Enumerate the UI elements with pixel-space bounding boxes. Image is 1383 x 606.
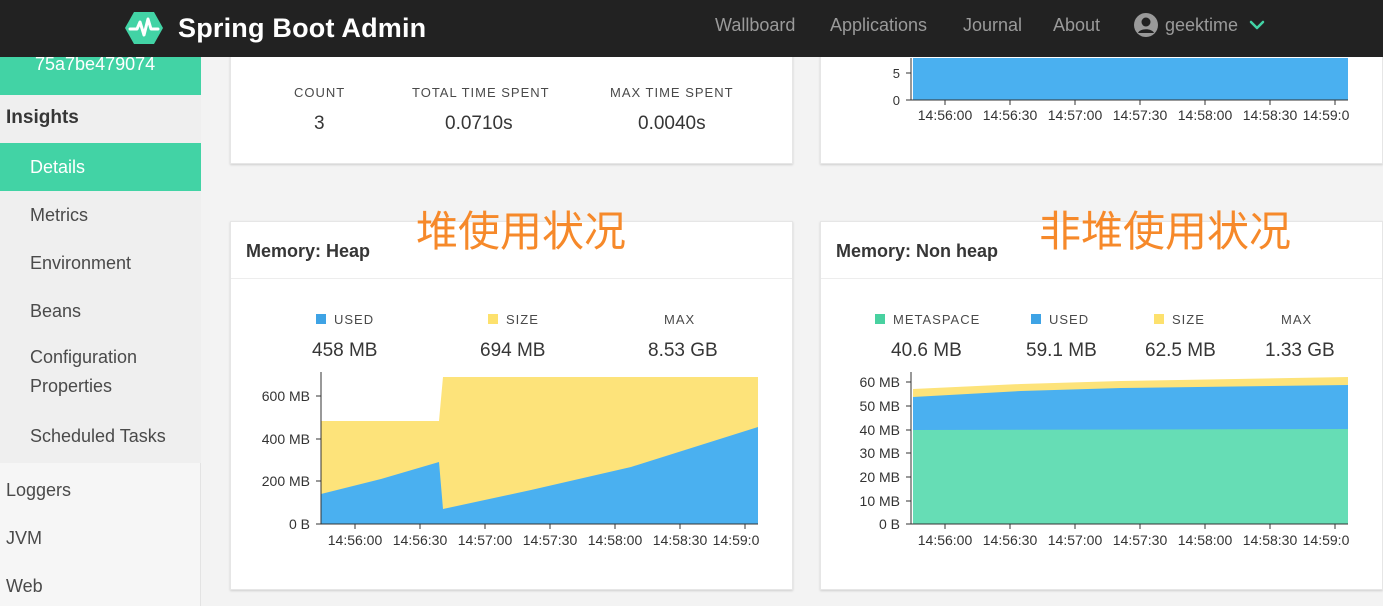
nonheap-chart: 60 MB 50 MB 40 MB 30 MB 20 MB 10 MB 0 B …: [860, 372, 1350, 548]
x-tick-label: 14:56:00: [328, 532, 383, 548]
sidebar-item-metrics[interactable]: Metrics: [30, 205, 200, 226]
y-ticks: [316, 395, 321, 525]
user-name: geektime: [1165, 14, 1239, 35]
x-tick-label: 14:58:30: [1243, 107, 1298, 123]
brand[interactable]: Spring Boot Admin: [124, 8, 426, 48]
x-tick-label: 14:56:30: [983, 532, 1038, 548]
annotation-heap: 堆使用状况: [416, 207, 627, 256]
sidebar-item-beans[interactable]: Beans: [30, 301, 200, 322]
insights-group: Insights Details Metrics Environment Bea…: [0, 95, 201, 463]
app-title: Spring Boot Admin: [178, 12, 427, 43]
x-tick-label: 14:58:30: [653, 532, 708, 548]
sidebar-item-label: Configuration: [30, 347, 138, 367]
stat-value-total-time: 0.0710s: [445, 113, 513, 134]
sidebar-group-web[interactable]: Web: [6, 576, 196, 597]
y-tick-label: 400 MB: [262, 431, 310, 447]
user-menu[interactable]: geektime: [1133, 12, 1266, 38]
x-tick-label: 14:56:30: [983, 107, 1038, 123]
chart-area-used: [913, 58, 1348, 100]
y-tick-label: 60 MB: [860, 374, 900, 390]
x-tick-label: 14:58:00: [1178, 532, 1233, 548]
x-tick-label: 14:58:00: [1178, 107, 1233, 123]
x-tick-label: 14:56:00: [918, 532, 973, 548]
heartbeat-hexagon-icon: [125, 12, 163, 44]
stat-label-count: COUNT: [294, 85, 346, 100]
y-ticks: [906, 381, 911, 525]
sidebar-item-scheduled-tasks[interactable]: Scheduled Tasks: [30, 426, 200, 447]
sidebar-item-details[interactable]: Details: [0, 143, 201, 191]
x-ticks: [944, 524, 1336, 529]
x-ticks: [944, 100, 1336, 105]
instance-id-header[interactable]: 75a7be479074: [0, 54, 201, 95]
annotation-nonheap: 非堆使用状况: [1039, 207, 1292, 256]
nav-applications[interactable]: Applications: [830, 15, 927, 36]
x-tick-label: 14:58:30: [1243, 532, 1298, 548]
stat-label-max-time: MAX TIME SPENT: [610, 85, 734, 100]
stat-value-max-time: 0.0040s: [638, 113, 706, 134]
x-tick-label: 14:57:30: [523, 532, 578, 548]
x-tick-label: 14:57:30: [1113, 532, 1168, 548]
sidebar-group-loggers[interactable]: Loggers: [6, 480, 196, 501]
nav-wallboard[interactable]: Wallboard: [715, 15, 795, 36]
heap-chart: 600 MB 400 MB 200 MB 0 B 14:56:00 14:56:…: [262, 372, 760, 548]
x-tick-label: 14:56:30: [393, 532, 448, 548]
y-tick-label: 50 MB: [860, 398, 900, 414]
y-tick-label: 0 B: [289, 516, 310, 532]
cache-stats-card: COUNT 3 TOTAL TIME SPENT 0.0710s MAX TIM…: [230, 40, 793, 164]
sidebar-group-jvm[interactable]: JVM: [6, 528, 196, 549]
nav-about[interactable]: About: [1053, 15, 1100, 36]
y-tick-label: 200 MB: [262, 473, 310, 489]
x-tick-label: 14:57:00: [1048, 107, 1103, 123]
instance-id: 75a7be479074: [35, 54, 156, 74]
nonheap-metaspace-area: [913, 429, 1348, 524]
y-tick-label: 600 MB: [262, 388, 310, 404]
stat-value-count: 3: [314, 113, 325, 134]
memory-heap-card: Memory: Heap USED 458 MB SIZE 694 MB MAX…: [230, 221, 793, 590]
nav-journal[interactable]: Journal: [963, 15, 1022, 36]
x-tick-label: 14:57:00: [458, 532, 513, 548]
x-tick-label: 14:57:00: [1048, 532, 1103, 548]
x-tick-label: 14:59:0: [713, 532, 760, 548]
x-tick-label: 14:57:30: [1113, 107, 1168, 123]
y-tick-label: 0 B: [879, 516, 900, 532]
y-tick-label: 0: [893, 93, 900, 108]
y-tick-label: 40 MB: [860, 422, 900, 438]
memory-nonheap-card: Memory: Non heap METASPACE 40.6 MB USED …: [820, 221, 1383, 590]
y-tick-label: 20 MB: [860, 469, 900, 485]
sidebar-item-environment[interactable]: Environment: [30, 253, 200, 274]
chevron-down-icon: [1249, 20, 1265, 30]
x-tick-label: 14:56:00: [918, 107, 973, 123]
sidebar-item-configuration-properties[interactable]: Configuration Properties: [30, 343, 200, 401]
sidebar-group-insights[interactable]: Insights: [6, 107, 207, 129]
y-tick-label: 30 MB: [860, 445, 900, 461]
user-circle-icon: [1134, 13, 1158, 37]
navbar: Spring Boot Admin Wallboard Applications…: [0, 0, 1383, 57]
x-tick-label: 14:58:00: [588, 532, 643, 548]
y-tick-label: 10 MB: [860, 493, 900, 509]
x-tick-label: 14:59:0: [1303, 532, 1350, 548]
top-chart: 5 0 14:56:00 14:56:30 14:57:00 14:57:30 …: [893, 58, 1350, 123]
y-tick-label: 5: [893, 66, 900, 81]
sidebar-item-label: Details: [30, 157, 86, 177]
x-tick-label: 14:59:0: [1303, 107, 1350, 123]
stat-label-total-time: TOTAL TIME SPENT: [412, 85, 550, 100]
sidebar: 75a7be479074 Insights Details Metrics En…: [0, 54, 201, 606]
threads-chart-card: 5 0 14:56:00 14:56:30 14:57:00 14:57:30 …: [820, 40, 1383, 164]
sidebar-item-label: Properties: [30, 376, 113, 396]
x-ticks: [354, 524, 746, 529]
